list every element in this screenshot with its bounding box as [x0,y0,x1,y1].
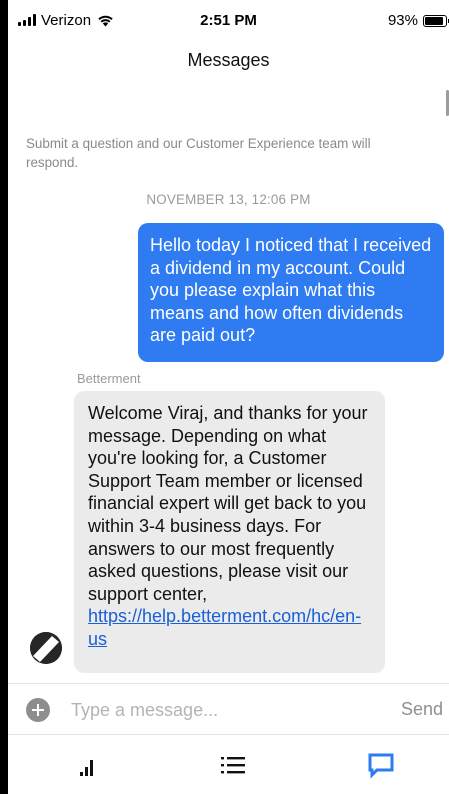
betterment-logo-icon [30,632,62,664]
outgoing-message-text: Hello today I noticed that I received a … [150,235,432,346]
tab-messages[interactable] [366,750,396,780]
incoming-message-bubble: Welcome Viraj, and thanks for your messa… [74,391,385,673]
page-title: Messages [187,50,270,70]
send-button[interactable]: Send [401,699,443,720]
support-center-link[interactable]: https://help.betterment.com/hc/en-us [88,606,361,649]
bar-chart-icon [80,760,93,776]
battery-percent: 93% [387,12,418,29]
tab-activity[interactable] [218,750,248,780]
message-input[interactable] [71,697,391,723]
status-right: 93% [387,12,449,29]
messages-screen: Verizon 2:51 PM 93% Messages Submit a qu… [8,0,449,794]
outgoing-message-bubble: Hello today I noticed that I received a … [138,223,444,362]
battery-icon [423,14,449,27]
message-composer: Send [8,683,449,735]
tab-bar [8,736,449,794]
status-time: 2:51 PM [200,12,257,29]
incoming-message-text: Welcome Viraj, and thanks for your messa… [88,403,368,604]
intro-text: Submit a question and our Customer Exper… [26,136,371,170]
list-icon [221,757,245,774]
reply-sender-name: Betterment [77,371,141,386]
status-bar: Verizon 2:51 PM 93% [8,0,449,40]
battery-fill [425,16,443,25]
add-attachment-button[interactable] [26,698,50,722]
betterment-avatar [30,632,62,664]
chat-bubble-icon [368,753,394,779]
message-date-label: NOVEMBER 13, 12:06 PM [146,192,311,207]
tab-performance[interactable] [72,750,102,780]
